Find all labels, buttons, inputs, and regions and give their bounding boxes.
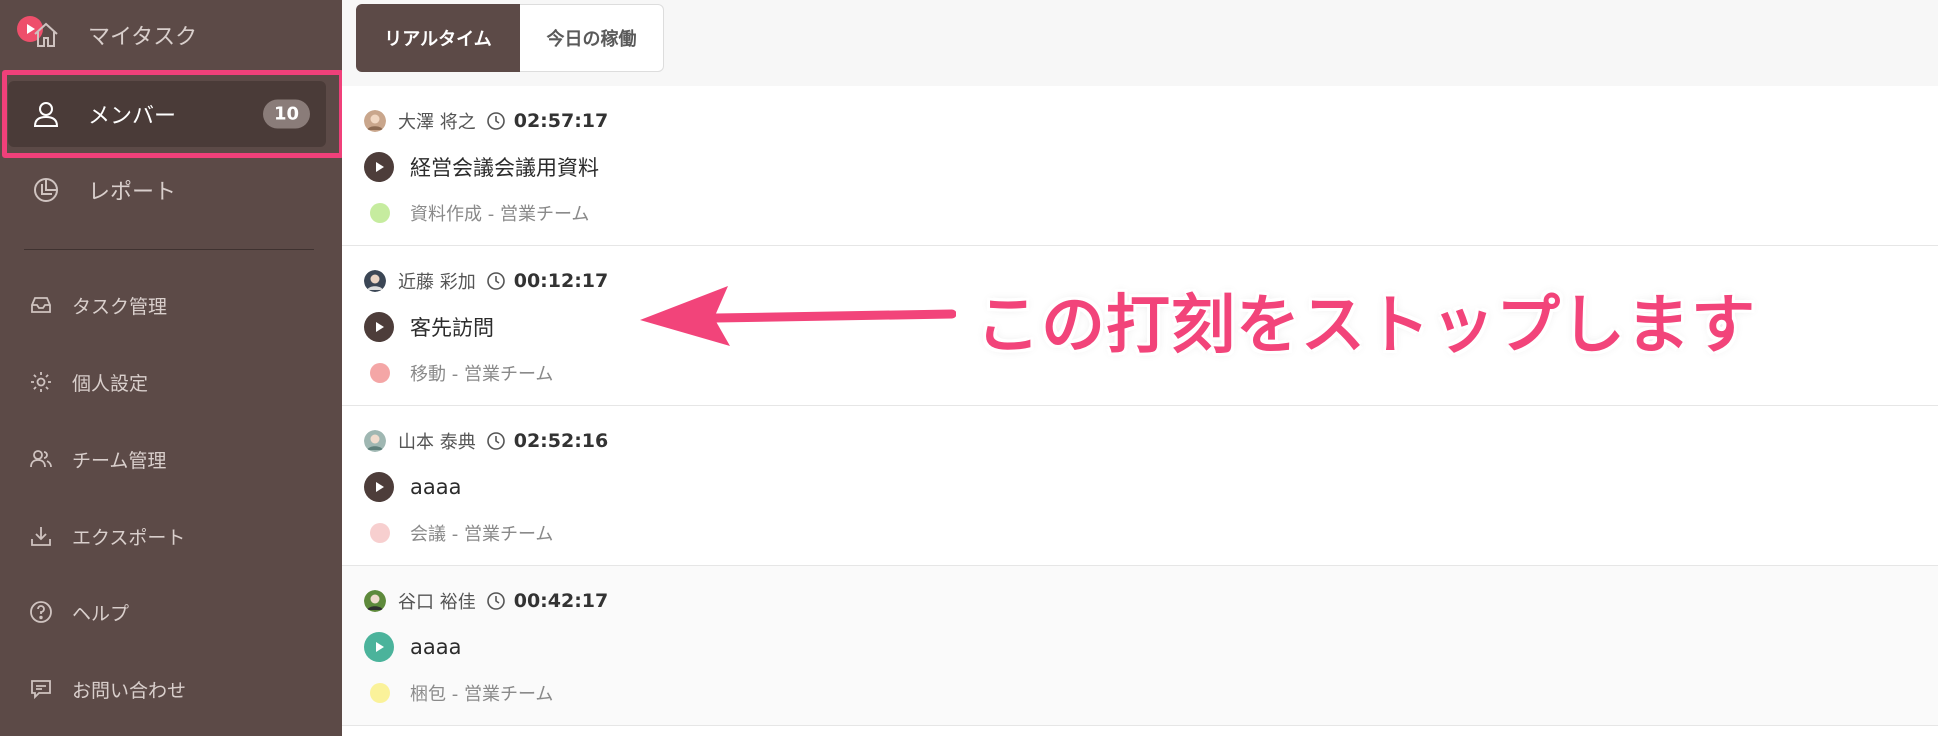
member-name: 近藤 彩加: [398, 272, 476, 293]
task-category: 移動 - 営業チーム: [410, 364, 554, 385]
clock-icon: [486, 431, 506, 451]
task-category: 資料作成 - 営業チーム: [410, 204, 590, 225]
gear-icon: [26, 367, 56, 397]
list-item: 山本 泰典 02:52:16 aaaa 会議 - 営業チーム: [342, 406, 1938, 566]
play-icon[interactable]: [364, 632, 394, 662]
clock-icon: [486, 111, 506, 131]
annotation-arrow: [640, 286, 956, 346]
play-icon[interactable]: [364, 312, 394, 342]
elapsed-time: 00:12:17: [513, 270, 609, 292]
task-title: aaaa: [410, 635, 462, 659]
play-icon[interactable]: [364, 152, 394, 182]
sidebar-item-label: レポート: [88, 180, 177, 205]
clock-icon: [486, 591, 506, 611]
play-icon[interactable]: [364, 472, 394, 502]
avatar: [364, 590, 386, 612]
avatar: [364, 110, 386, 132]
sidebar-item-label: チーム管理: [72, 449, 167, 472]
sidebar-item-task-management[interactable]: タスク管理: [0, 275, 342, 335]
category-color-dot: [370, 363, 390, 383]
elapsed-time: 02:52:16: [513, 430, 609, 452]
help-icon: [26, 597, 56, 627]
sidebar-item-label: エクスポート: [72, 526, 186, 549]
list-item: 谷口 裕佳 00:42:17 aaaa 梱包 - 営業チーム: [342, 566, 1938, 726]
chat-icon: [26, 674, 56, 704]
sidebar-divider: [24, 249, 314, 250]
member-name: 谷口 裕佳: [398, 592, 476, 613]
sidebar-item-report[interactable]: レポート: [8, 157, 326, 223]
pie-chart-icon: [30, 174, 62, 206]
sidebar-item-label: 個人設定: [72, 372, 149, 395]
category-color-dot: [370, 523, 390, 543]
sidebar-item-contact[interactable]: お問い合わせ: [0, 659, 342, 719]
annotation-text: この打刻をストップします: [976, 289, 1756, 363]
avatar: [364, 270, 386, 292]
inbox-icon: [26, 290, 56, 320]
category-color-dot: [370, 203, 390, 223]
member-name: 大澤 将之: [398, 112, 476, 133]
sidebar-item-export[interactable]: エクスポート: [0, 506, 342, 566]
sidebar-item-personal-settings[interactable]: 個人設定: [0, 352, 342, 412]
elapsed-time: 02:57:17: [513, 110, 609, 132]
task-title: 経営会議会議用資料: [410, 156, 599, 180]
clock-icon: [486, 271, 506, 291]
sidebar-item-label: タスク管理: [72, 295, 168, 318]
category-color-dot: [370, 683, 390, 703]
member-name: 山本 泰典: [398, 432, 476, 453]
sidebar-item-label: マイタスク: [88, 25, 198, 50]
tab-bar: リアルタイム 今日の稼働: [342, 0, 1938, 87]
tab-today-activity[interactable]: 今日の稼働: [520, 4, 664, 72]
download-icon: [26, 521, 56, 551]
main-content: リアルタイム 今日の稼働 大澤 将之 02:57:17 経営会議会議用資料 資料…: [342, 0, 1938, 736]
avatar: [364, 430, 386, 452]
sidebar-item-help[interactable]: ヘルプ: [0, 582, 342, 642]
task-title: 客先訪問: [410, 316, 494, 340]
sidebar-item-team-management[interactable]: チーム管理: [0, 429, 342, 489]
task-title: aaaa: [410, 475, 462, 499]
team-icon: [26, 444, 56, 474]
sidebar-item-label: ヘルプ: [72, 602, 130, 625]
list-item: 大澤 将之 02:57:17 経営会議会議用資料 資料作成 - 営業チーム: [342, 86, 1938, 246]
task-category: 梱包 - 営業チーム: [410, 684, 554, 705]
sidebar: マイタスク メンバー 10 レポート タスク管理 個人設定 チーム管理 エクスポ…: [0, 0, 344, 736]
sidebar-item-my-tasks[interactable]: マイタスク: [8, 2, 326, 68]
highlight-annotation-box: [2, 70, 344, 158]
task-category: 会議 - 営業チーム: [410, 524, 554, 545]
home-icon: [30, 19, 62, 51]
sidebar-item-label: お問い合わせ: [72, 679, 187, 702]
elapsed-time: 00:42:17: [513, 590, 609, 612]
tab-realtime[interactable]: リアルタイム: [356, 4, 520, 72]
